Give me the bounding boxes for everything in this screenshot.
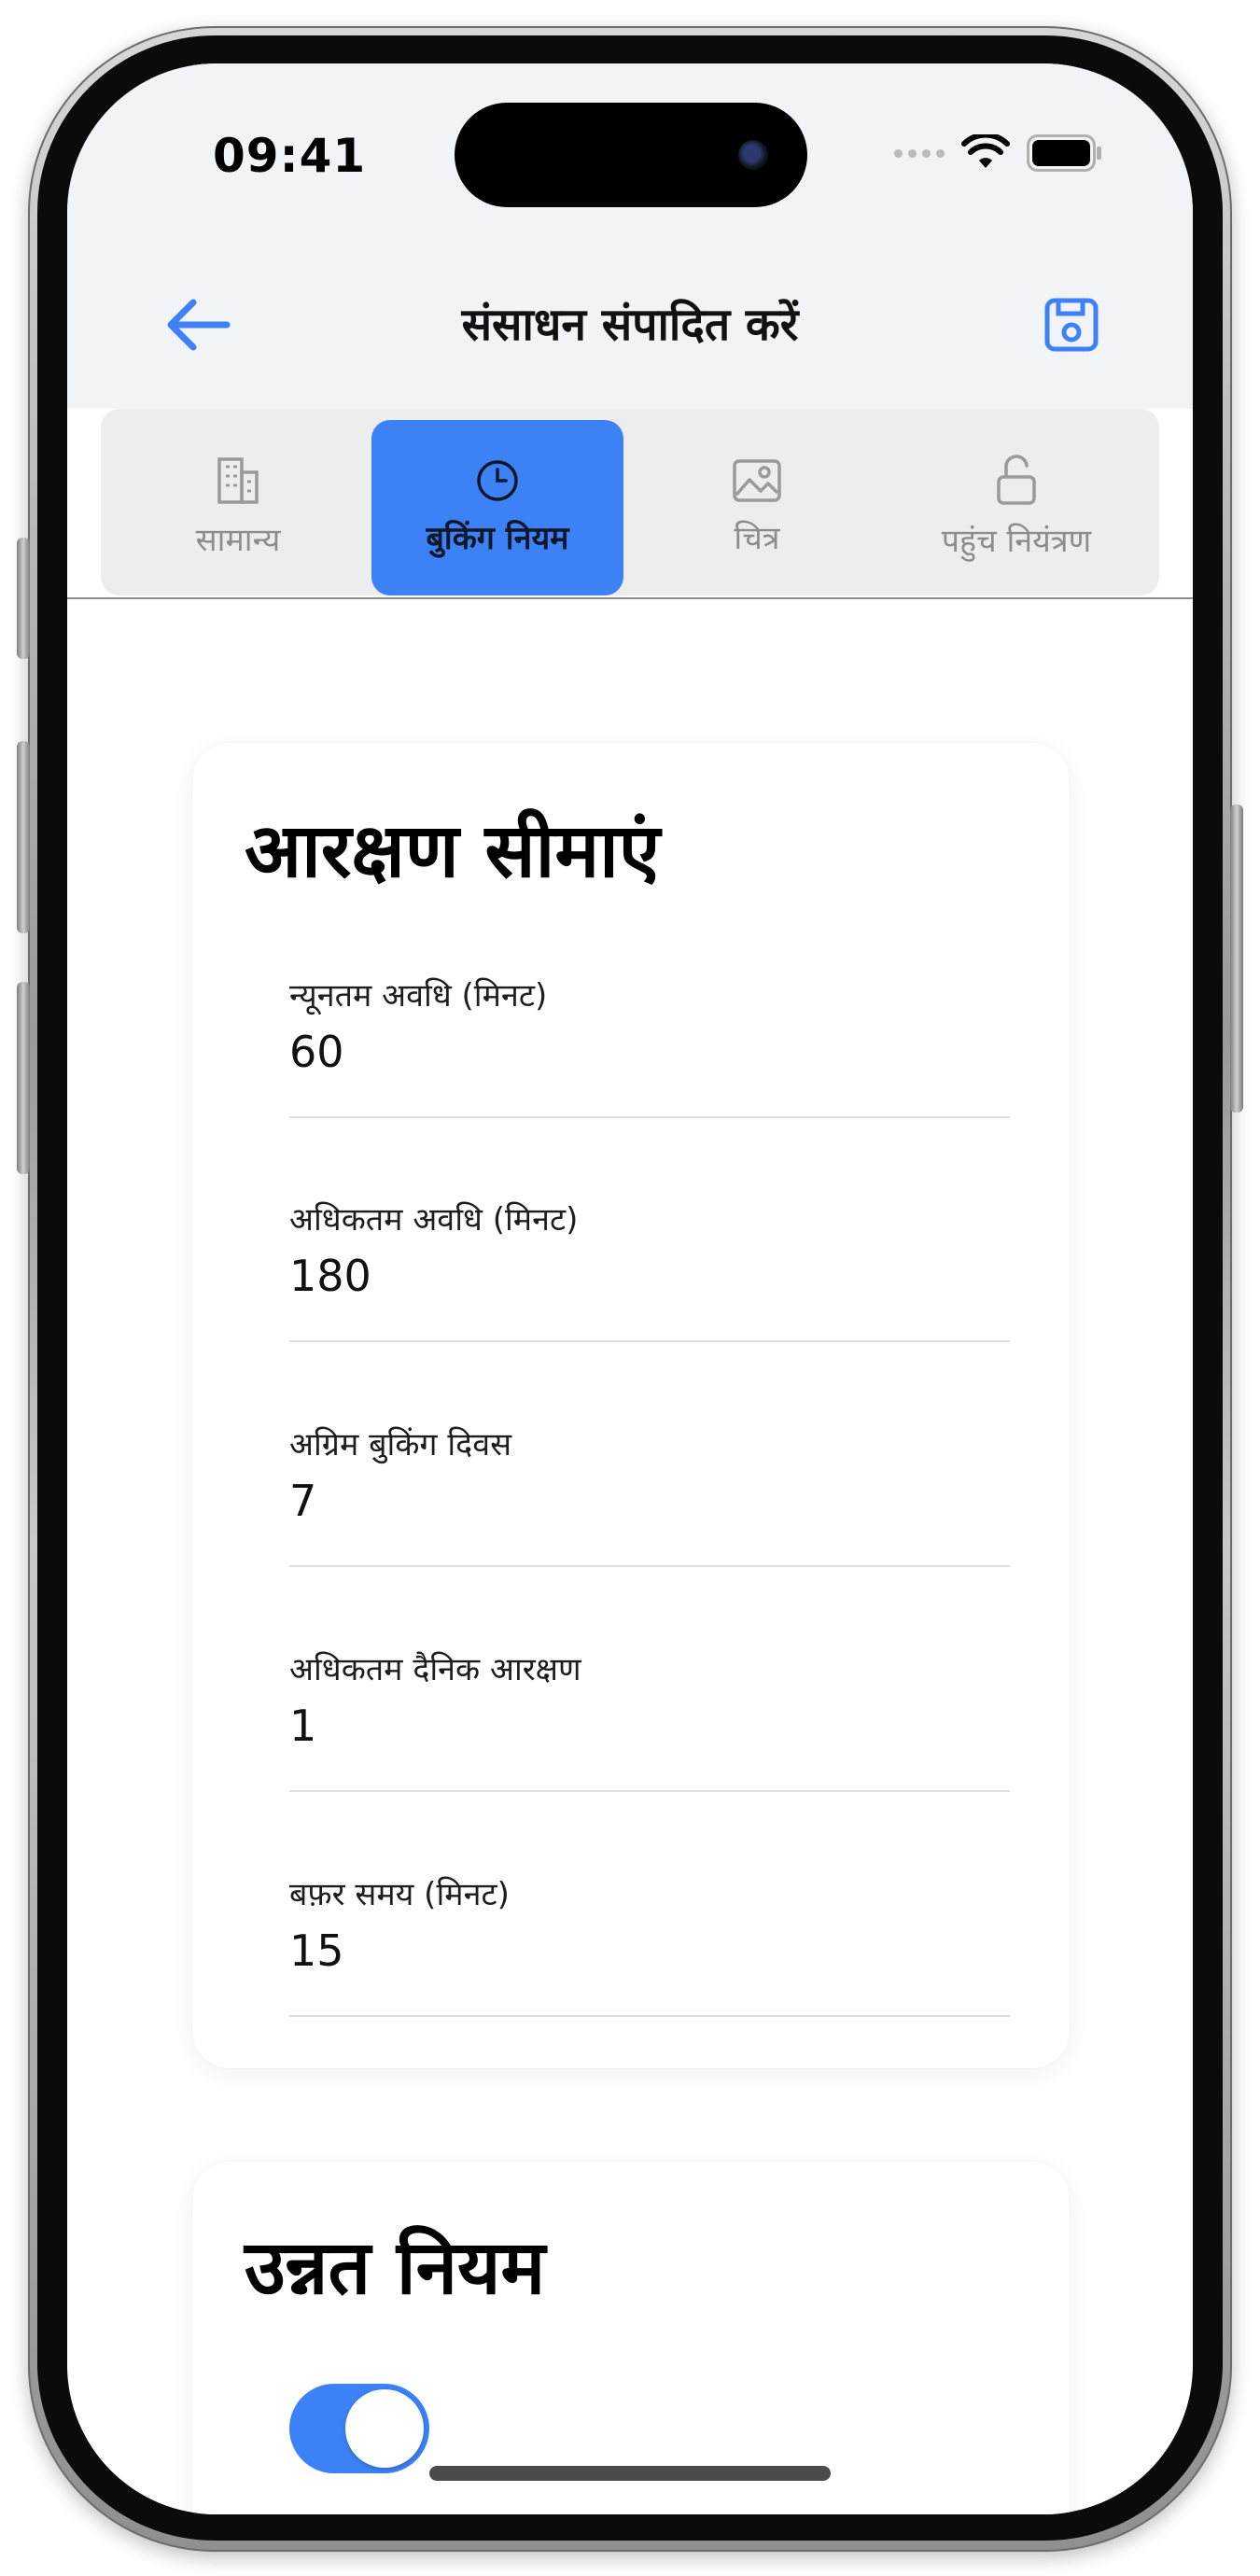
field-label: बफ़र समय (मिनट): [289, 1876, 510, 1913]
tab-label: बुकिंग नियम: [426, 520, 569, 557]
page-title: संसाधन संपादित करें: [461, 299, 799, 351]
field-value[interactable]: 180: [289, 1251, 371, 1301]
section-title: उन्नत नियम: [245, 2224, 546, 2311]
save-icon: [1044, 298, 1099, 352]
wifi-icon: [961, 134, 1010, 168]
section-title: आरक्षण सीमाएं: [245, 807, 661, 894]
field-label: अग्रिम बुकिंग दिवस: [289, 1426, 512, 1463]
buffer-time-field[interactable]: बफ़र समय (मिनट) 15: [289, 1849, 1010, 2017]
signal-dots-icon: [894, 148, 945, 158]
field-value[interactable]: 1: [289, 1701, 316, 1751]
clock-icon: [477, 460, 518, 501]
max-duration-field[interactable]: अधिकतम अवधि (मिनट) 180: [289, 1174, 1010, 1342]
toggle-knob: [345, 2389, 424, 2468]
status-time: 09:41: [213, 129, 367, 183]
field-label: न्यूनतम अवधि (मिनट): [289, 977, 548, 1015]
save-button[interactable]: [1032, 286, 1111, 364]
field-value[interactable]: 60: [289, 1027, 344, 1077]
volume-up-button: [17, 741, 30, 933]
advance-booking-days-field[interactable]: अग्रिम बुकिंग दिवस 7: [289, 1399, 1010, 1567]
home-indicator[interactable]: [429, 2466, 831, 2481]
action-button: [17, 538, 30, 659]
min-duration-field[interactable]: न्यूनतम अवधि (मिनट) 60: [289, 950, 1010, 1118]
image-icon: [733, 459, 781, 502]
field-label: अधिकतम दैनिक आरक्षण: [289, 1651, 581, 1688]
tab-booking-rules[interactable]: बुकिंग नियम: [371, 420, 623, 595]
max-daily-reservations-field[interactable]: अधिकतम दैनिक आरक्षण 1: [289, 1624, 1010, 1792]
status-icons: [894, 134, 1103, 172]
tab-general[interactable]: सामान्य: [112, 420, 364, 595]
volume-down-button: [17, 982, 30, 1174]
tab-access-control[interactable]: पहुंच नियंत्रण: [890, 420, 1142, 595]
top-bar-area: 09:41 संसाधन संपादित करें: [67, 63, 1193, 409]
divider: [67, 597, 1193, 599]
camera-icon: [738, 140, 768, 170]
field-value[interactable]: 7: [289, 1476, 316, 1526]
rule-toggle[interactable]: [289, 2384, 429, 2473]
tab-bar: सामान्य बुकिंग नियम चित्र पहुंच नियंत्रण: [101, 409, 1159, 595]
field-value[interactable]: 15: [289, 1925, 344, 1976]
tab-label: चित्र: [734, 520, 780, 557]
unlock-icon: [997, 455, 1036, 505]
screen: 09:41 संसाधन संपादित करें सामान्य बुकिंग…: [67, 63, 1193, 2514]
tab-label: सामान्य: [195, 522, 281, 559]
battery-icon: [1027, 134, 1101, 172]
tab-images[interactable]: चित्र: [631, 420, 883, 595]
tab-label: पहुंच नियंत्रण: [941, 523, 1092, 560]
dynamic-island: [455, 103, 807, 207]
building-icon: [217, 457, 259, 504]
field-label: अधिकतम अवधि (मिनट): [289, 1201, 579, 1239]
advanced-rules-card: उन्नत नियम: [192, 2162, 1070, 2514]
power-button: [1230, 805, 1243, 1113]
reservation-limits-card: आरक्षण सीमाएं न्यूनतम अवधि (मिनट) 60 अधि…: [192, 743, 1070, 2068]
